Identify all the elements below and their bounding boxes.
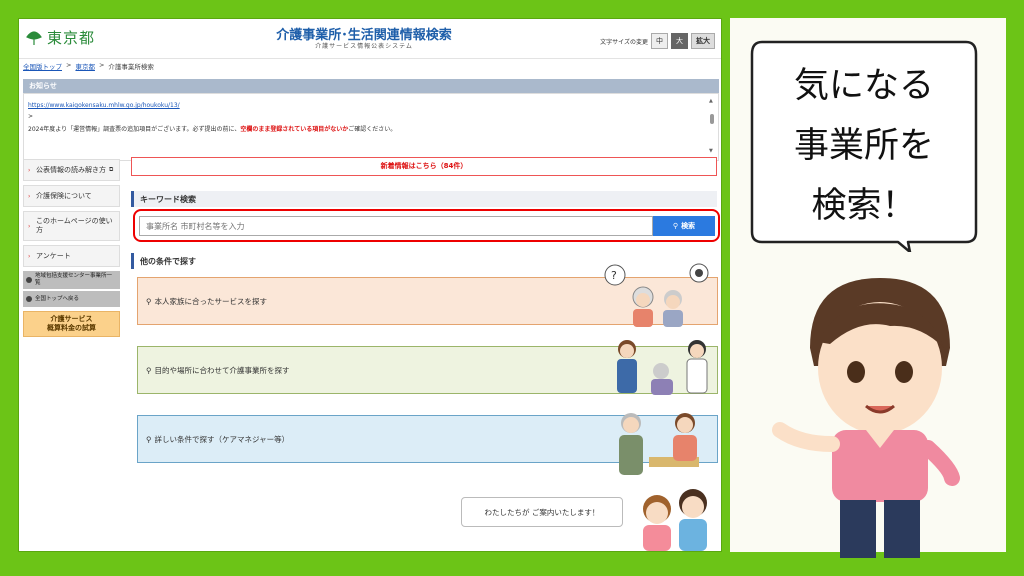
circle-icon bbox=[26, 296, 32, 302]
search-icon: ⚲ bbox=[146, 434, 152, 444]
breadcrumb-separator: > bbox=[66, 61, 72, 69]
scroll-thumb[interactable] bbox=[710, 114, 714, 124]
external-link-icon: ⧉ bbox=[109, 166, 114, 173]
svg-text:?: ? bbox=[611, 269, 617, 282]
care-manager-illustration bbox=[619, 413, 699, 475]
notice-gt: > bbox=[28, 113, 34, 120]
search-icon: ⚲ bbox=[672, 222, 679, 230]
sidebar-item-reading-guide[interactable]: › 公表情報の読み解き方 ⧉ bbox=[23, 159, 120, 181]
search-icon: ⚲ bbox=[146, 365, 152, 375]
breadcrumb-current: 介護事業所検索 bbox=[108, 63, 154, 71]
guide-message: わたしたちが ご案内いたします！ bbox=[461, 497, 623, 527]
breadcrumb-national-top[interactable]: 全国版トップ bbox=[23, 61, 62, 71]
font-size-medium-button[interactable]: 中 bbox=[651, 33, 668, 49]
notice-scrollbar[interactable]: ▲ ▼ bbox=[708, 98, 716, 154]
sidebar-item-support-center[interactable]: 地域包括支援センター事業所一覧 bbox=[23, 271, 120, 289]
bullet-icon: › bbox=[28, 252, 31, 260]
sidebar-item-national-top[interactable]: 全国トップへ戻る bbox=[23, 291, 120, 307]
breadcrumb-tokyo[interactable]: 東京都 bbox=[75, 61, 95, 71]
logo-text: 東京都 bbox=[47, 29, 96, 47]
font-size-control: 文字サイズの変更 中 大 拡大 bbox=[600, 33, 715, 49]
breadcrumb-separator: > bbox=[98, 61, 105, 69]
notice-heading: お知らせ bbox=[23, 79, 719, 93]
sidebar-item-how-to-use[interactable]: › このホームページの使い方 bbox=[23, 211, 120, 241]
scroll-down-icon[interactable]: ▼ bbox=[709, 148, 713, 154]
site-subtitle: 介護サービス情報公表システム bbox=[315, 43, 413, 50]
search-button[interactable]: ⚲ 検索 bbox=[653, 216, 715, 236]
site-header: 東京都 介護事業所･生活関連情報検索 介護サービス情報公表システム 文字サイズの… bbox=[19, 19, 721, 59]
font-size-large-button[interactable]: 大 bbox=[671, 33, 688, 49]
guide-man-illustration bbox=[772, 278, 960, 558]
scroll-up-icon[interactable]: ▲ bbox=[709, 98, 713, 104]
breadcrumb: 全国版トップ > 東京都 > 介護事業所検索 bbox=[23, 61, 154, 71]
fee-estimate-label: 介護サービス 概算料金の試算 bbox=[47, 315, 96, 332]
notice-link[interactable]: https://www.kaigokensaku.mhlw.go.jp/houk… bbox=[28, 102, 180, 109]
caregivers-illustration bbox=[617, 340, 708, 395]
search-icon: ⚲ bbox=[146, 296, 152, 306]
ginkgo-icon bbox=[26, 30, 42, 45]
font-size-label: 文字サイズの変更 bbox=[600, 38, 648, 46]
tokyo-logo[interactable]: 東京都 bbox=[25, 27, 95, 48]
elderly-couple-illustration: ? bbox=[604, 263, 709, 327]
whats-new-banner[interactable]: 新着情報はこちら（84件） bbox=[131, 157, 717, 176]
speech-bubble-text: 気になる 事業所を 検索！ bbox=[793, 66, 934, 226]
browser-screenshot: 東京都 介護事業所･生活関連情報検索 介護サービス情報公表システム 文字サイズの… bbox=[18, 18, 722, 552]
bullet-icon: › bbox=[28, 222, 31, 230]
guide-characters-illustration bbox=[643, 489, 707, 551]
notice-message: 2024年度より「運営情報」調査票の追加項目がございます。必ず提出の前に、空欄の… bbox=[28, 126, 397, 133]
bullet-icon: › bbox=[28, 166, 31, 174]
sidebar-item-insurance[interactable]: › 介護保険について bbox=[23, 185, 120, 207]
keyword-search-heading: キーワード検索 bbox=[131, 191, 717, 207]
bullet-icon: › bbox=[28, 192, 31, 200]
fee-estimate-button[interactable]: 介護サービス 概算料金の試算 bbox=[23, 311, 120, 337]
sidebar-item-survey[interactable]: › アンケート bbox=[23, 245, 120, 267]
circle-icon bbox=[26, 277, 32, 283]
keyword-search-input[interactable] bbox=[139, 216, 653, 236]
font-size-xlarge-button[interactable]: 拡大 bbox=[691, 33, 715, 49]
notice-panel: https://www.kaigokensaku.mhlw.go.jp/houk… bbox=[23, 93, 719, 161]
